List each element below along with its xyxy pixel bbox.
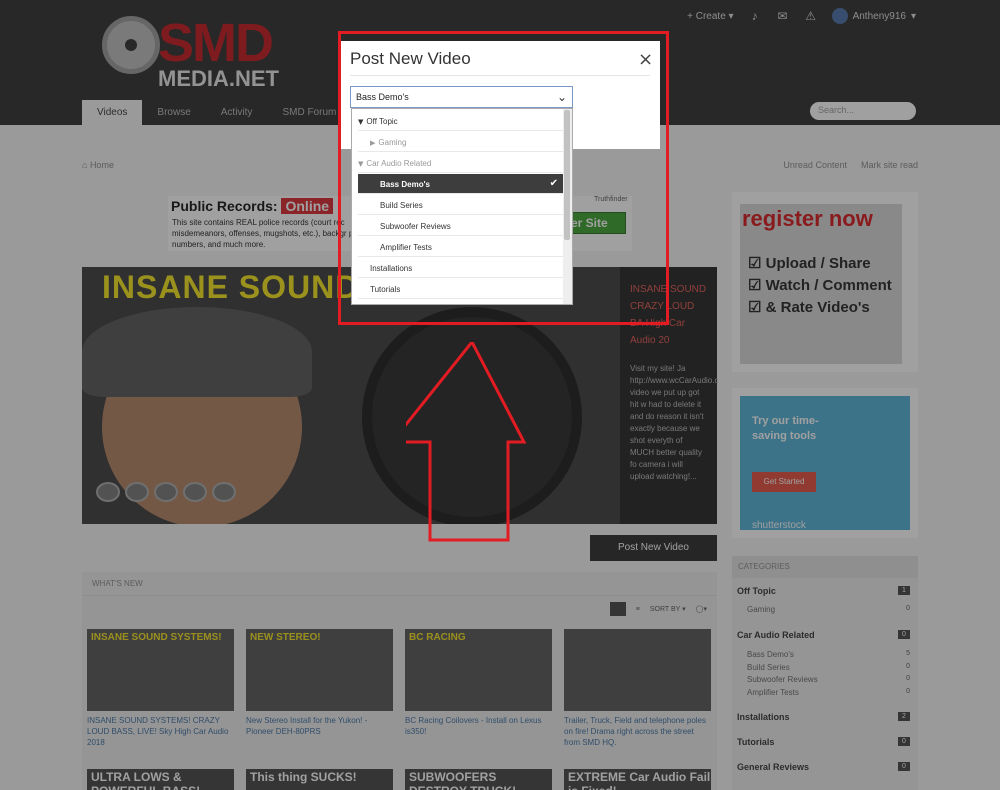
up-arrow-annotation [406,342,527,542]
highlight-box [338,31,669,325]
